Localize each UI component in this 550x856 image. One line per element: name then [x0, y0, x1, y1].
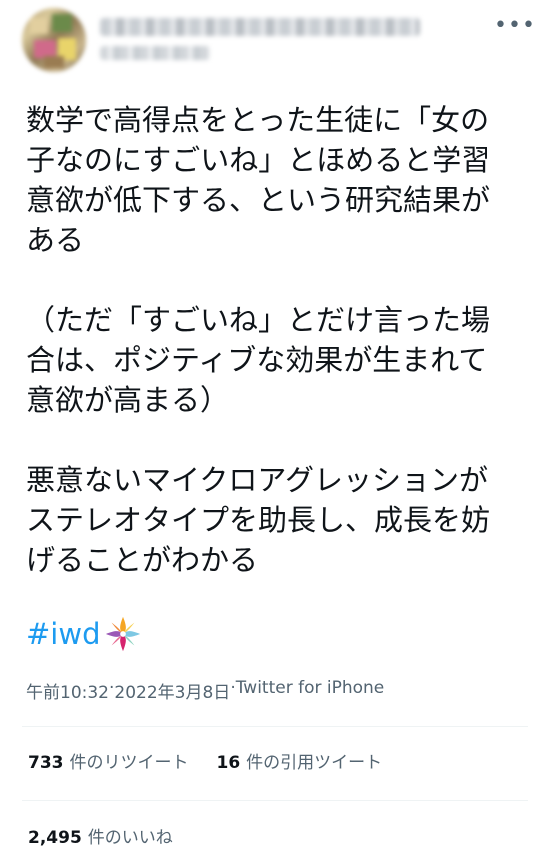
engagement-stats: 733 件のリツイート 16 件の引用ツイート — [28, 748, 410, 773]
display-name-blurred[interactable] — [100, 18, 420, 36]
tweet-date[interactable]: 2022年3月8日 — [114, 678, 230, 703]
divider — [22, 726, 528, 727]
quotes-stat[interactable]: 16 件の引用ツイート — [217, 748, 383, 773]
likes-stat[interactable]: 2,495 件のいいね — [28, 823, 173, 848]
iwd-flower-icon — [106, 616, 141, 652]
tweet-header: ••• — [0, 0, 550, 80]
more-horizontal-icon: ••• — [494, 13, 536, 38]
tweet-source[interactable]: Twitter for iPhone — [236, 678, 385, 703]
retweets-stat[interactable]: 733 件のリツイート — [28, 748, 189, 773]
tweet-text: 数学で高得点をとった生徒に「女の 子なのにすごいね」とほめると学習 意欲が低下す… — [26, 103, 491, 577]
username-blurred[interactable] — [100, 46, 210, 60]
quotes-count: 16 — [216, 753, 241, 773]
hashtag-link[interactable]: #iwd — [26, 614, 100, 654]
tweet-time[interactable]: 午前10:32 — [26, 678, 109, 703]
hashtag-row: #iwd — [26, 612, 142, 656]
quotes-label: 件の引用ツイート — [246, 753, 383, 773]
avatar[interactable] — [22, 8, 86, 72]
likes-label: 件のいいね — [87, 828, 173, 848]
likes-count: 2,495 — [28, 828, 82, 848]
divider — [22, 800, 528, 801]
retweets-label: 件のリツイート — [69, 753, 189, 773]
tweet-metadata: 午前10:32 · 2022年3月8日 · Twitter for iPhone — [26, 678, 384, 703]
retweets-count: 733 — [28, 753, 64, 773]
likes-stat-row: 2,495 件のいいね — [28, 823, 201, 848]
more-options-button[interactable]: ••• — [494, 14, 535, 38]
